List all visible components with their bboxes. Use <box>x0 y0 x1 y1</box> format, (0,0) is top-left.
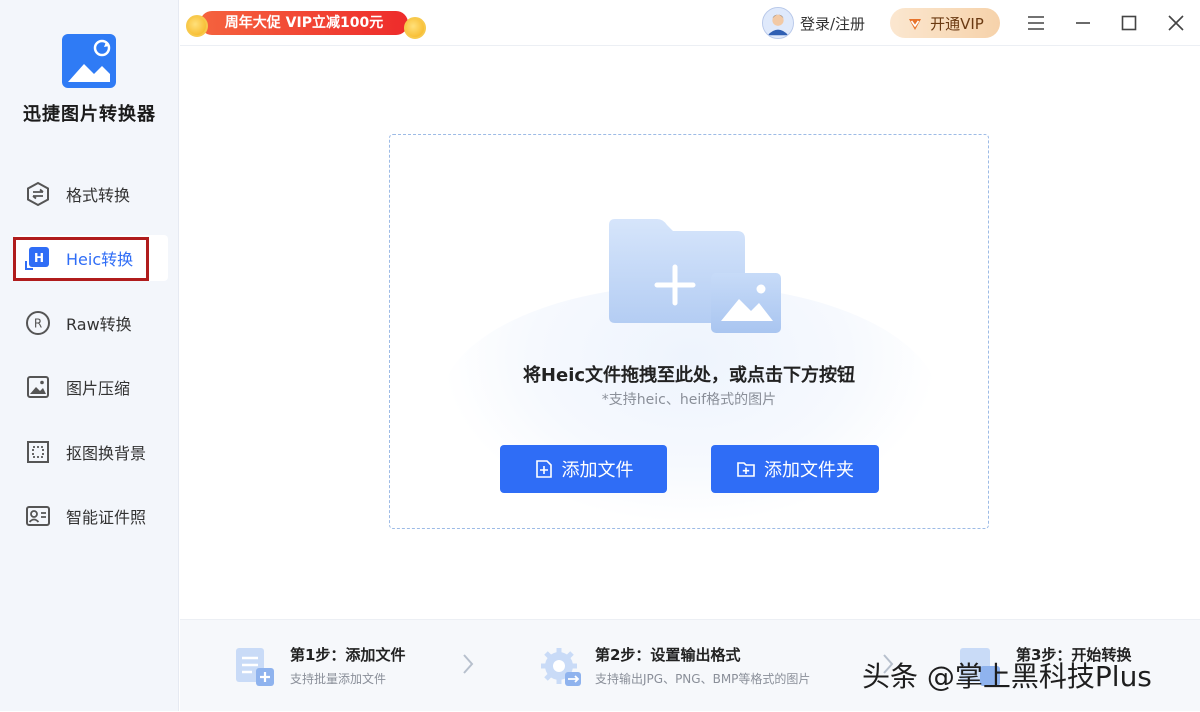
settings-step-icon <box>541 648 581 686</box>
vip-diamond-icon <box>909 19 922 30</box>
add-file-label: 添加文件 <box>561 460 634 481</box>
coin-icon <box>186 15 208 37</box>
sidebar-item-label: 图片压缩 <box>66 379 131 398</box>
avatar-icon <box>762 7 794 39</box>
id-photo-icon <box>24 502 52 530</box>
image-compress-icon <box>24 373 52 401</box>
step-desc: 支持输出JPG、PNG、BMP等格式的图片 <box>595 672 811 686</box>
add-file-button[interactable]: 添加文件 <box>500 445 667 493</box>
sidebar-item-raw-convert[interactable]: R Raw转换 <box>14 300 168 346</box>
promo-banner[interactable]: 周年大促 VIP立减100元 <box>186 7 426 39</box>
chevron-right-icon <box>463 654 474 674</box>
format-convert-icon <box>24 180 52 208</box>
drop-zone-subtitle: *支持heic、heif格式的图片 <box>601 392 777 408</box>
sidebar-item-label: 智能证件照 <box>66 508 147 527</box>
drop-zone-title: 将Heic文件拖拽至此处，或点击下方按钮 <box>522 365 856 386</box>
add-folder-icon <box>737 462 755 477</box>
sidebar: 迅捷图片转换器 格式转换 H Heic转换 R Raw转换 图片压缩 抠图换背景… <box>0 0 179 711</box>
maximize-icon[interactable] <box>1116 10 1142 36</box>
vip-button[interactable]: 开通VIP <box>890 8 1000 38</box>
svg-text:H: H <box>34 251 44 265</box>
sidebar-item-cutout[interactable]: 抠图换背景 <box>14 429 168 475</box>
login-button[interactable]: 登录/注册 <box>762 6 865 40</box>
sidebar-item-label: Raw转换 <box>66 315 132 334</box>
sidebar-item-image-compress[interactable]: 图片压缩 <box>14 364 168 410</box>
heic-icon: H <box>24 244 52 272</box>
step-title: 第2步：设置输出格式 <box>595 646 741 664</box>
coin-icon <box>404 17 426 39</box>
add-file-step-icon <box>236 648 274 686</box>
vip-label: 开通VIP <box>930 14 984 33</box>
step-title: 第1步：添加文件 <box>290 646 406 664</box>
step-desc: 支持批量添加文件 <box>290 672 387 686</box>
app-title: 迅捷图片转换器 <box>23 104 156 125</box>
add-folder-label: 添加文件夹 <box>764 460 854 481</box>
sidebar-item-label: Heic转换 <box>66 250 134 269</box>
sidebar-item-heic-convert[interactable]: H Heic转换 <box>14 235 168 281</box>
add-folder-button[interactable]: 添加文件夹 <box>711 445 879 493</box>
close-icon[interactable] <box>1163 10 1189 36</box>
raw-icon: R <box>24 309 52 337</box>
menu-icon[interactable] <box>1023 10 1049 36</box>
watermark: 头条 @掌上黑科技Plus <box>862 660 1152 693</box>
sidebar-item-label: 格式转换 <box>66 186 131 205</box>
svg-text:R: R <box>34 317 42 331</box>
file-drop-zone[interactable]: 将Heic文件拖拽至此处，或点击下方按钮 *支持heic、heif格式的图片 添… <box>389 134 989 529</box>
title-bar: 周年大促 VIP立减100元 登录/注册 开通VIP <box>180 0 1200 46</box>
cutout-icon <box>24 438 52 466</box>
promo-label: 周年大促 VIP立减100元 <box>200 11 408 35</box>
sidebar-item-id-photo[interactable]: 智能证件照 <box>14 493 168 539</box>
sidebar-item-label: 抠图换背景 <box>66 444 147 463</box>
sidebar-item-format-convert[interactable]: 格式转换 <box>14 171 168 217</box>
minimize-icon[interactable] <box>1070 10 1096 36</box>
add-folder-illustration-icon <box>609 219 781 333</box>
add-file-icon <box>535 460 552 478</box>
app-logo-icon <box>62 34 116 88</box>
login-label: 登录/注册 <box>800 14 866 33</box>
